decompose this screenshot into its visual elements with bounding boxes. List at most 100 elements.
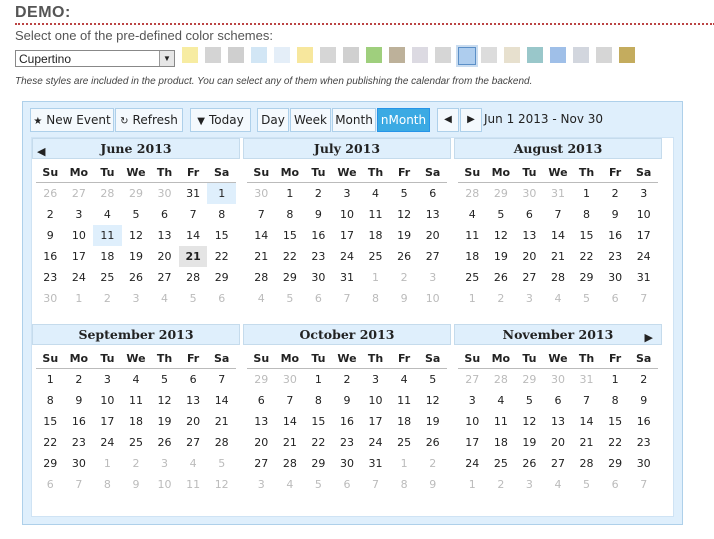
day-cell[interactable]: 16: [601, 225, 630, 246]
other-month-day-cell[interactable]: 28: [458, 183, 487, 205]
day-cell[interactable]: 8: [572, 204, 601, 225]
day-cell[interactable]: 15: [601, 411, 630, 432]
day-cell[interactable]: 13: [544, 411, 573, 432]
view-nmonth-button[interactable]: nMonth: [377, 108, 430, 132]
other-month-day-cell[interactable]: 4: [247, 288, 276, 309]
color-swatch[interactable]: [596, 47, 612, 63]
day-cell[interactable]: 22: [572, 246, 601, 267]
day-cell[interactable]: 3: [93, 369, 122, 391]
color-swatch[interactable]: [458, 47, 476, 65]
day-cell[interactable]: 11: [93, 225, 122, 246]
day-cell[interactable]: 1: [304, 369, 333, 391]
day-cell[interactable]: 17: [629, 225, 658, 246]
color-swatch[interactable]: [550, 47, 566, 63]
day-cell[interactable]: 12: [150, 390, 179, 411]
day-cell[interactable]: 31: [179, 183, 208, 205]
day-cell[interactable]: 26: [122, 267, 151, 288]
day-cell[interactable]: 27: [515, 267, 544, 288]
chevron-down-icon[interactable]: ▼: [159, 51, 174, 66]
day-cell[interactable]: 16: [65, 411, 94, 432]
day-cell[interactable]: 8: [36, 390, 65, 411]
prev-month-icon[interactable]: ◀: [37, 142, 45, 162]
other-month-day-cell[interactable]: 29: [515, 369, 544, 391]
color-swatch[interactable]: [182, 47, 198, 63]
day-cell[interactable]: 23: [36, 267, 65, 288]
day-cell[interactable]: 5: [418, 369, 447, 391]
day-cell[interactable]: 12: [418, 390, 447, 411]
other-month-day-cell[interactable]: 29: [247, 369, 276, 391]
day-cell[interactable]: 6: [179, 369, 208, 391]
day-cell[interactable]: 4: [458, 204, 487, 225]
next-month-icon[interactable]: ▶: [645, 328, 653, 348]
day-cell[interactable]: 6: [150, 204, 179, 225]
day-cell[interactable]: 19: [515, 432, 544, 453]
day-cell[interactable]: 12: [487, 225, 516, 246]
day-cell[interactable]: 17: [93, 411, 122, 432]
day-cell[interactable]: 31: [361, 453, 390, 474]
day-cell[interactable]: 19: [122, 246, 151, 267]
other-month-day-cell[interactable]: 27: [65, 183, 94, 205]
day-cell[interactable]: 19: [418, 411, 447, 432]
day-cell[interactable]: 21: [544, 246, 573, 267]
other-month-day-cell[interactable]: 5: [276, 288, 305, 309]
day-cell[interactable]: 1: [207, 182, 236, 204]
day-cell[interactable]: 14: [544, 225, 573, 246]
day-cell[interactable]: 28: [207, 432, 236, 453]
other-month-day-cell[interactable]: 2: [487, 474, 516, 495]
day-cell[interactable]: 21: [276, 432, 305, 453]
day-cell[interactable]: 13: [515, 225, 544, 246]
day-cell[interactable]: 27: [544, 453, 573, 474]
day-cell[interactable]: 4: [390, 369, 419, 391]
day-cell[interactable]: 28: [276, 453, 305, 474]
day-cell[interactable]: 18: [458, 246, 487, 267]
day-cell[interactable]: 30: [333, 453, 362, 474]
day-cell[interactable]: 6: [544, 390, 573, 411]
day-cell[interactable]: 7: [179, 204, 208, 225]
color-swatch[interactable]: [504, 47, 520, 63]
day-cell[interactable]: 24: [629, 246, 658, 267]
day-cell[interactable]: 21: [207, 411, 236, 432]
day-cell[interactable]: 8: [601, 390, 630, 411]
other-month-day-cell[interactable]: 10: [418, 288, 447, 309]
other-month-day-cell[interactable]: 7: [361, 474, 390, 495]
day-cell[interactable]: 8: [207, 204, 236, 225]
other-month-day-cell[interactable]: 9: [122, 474, 151, 495]
day-cell[interactable]: 7: [572, 390, 601, 411]
other-month-day-cell[interactable]: 31: [544, 183, 573, 205]
color-swatch[interactable]: [435, 47, 451, 63]
day-cell[interactable]: 5: [122, 204, 151, 225]
other-month-day-cell[interactable]: 3: [122, 288, 151, 309]
other-month-day-cell[interactable]: 6: [304, 288, 333, 309]
color-scheme-select[interactable]: Cupertino ▼: [15, 50, 175, 67]
day-cell[interactable]: 20: [247, 432, 276, 453]
day-cell[interactable]: 28: [572, 453, 601, 474]
day-cell[interactable]: 29: [572, 267, 601, 288]
day-cell[interactable]: 31: [629, 267, 658, 288]
other-month-day-cell[interactable]: 9: [418, 474, 447, 495]
day-cell[interactable]: 19: [150, 411, 179, 432]
day-cell[interactable]: 2: [304, 183, 333, 205]
color-swatch[interactable]: [527, 47, 543, 63]
other-month-day-cell[interactable]: 4: [276, 474, 305, 495]
day-cell[interactable]: 10: [458, 411, 487, 432]
color-swatch[interactable]: [228, 47, 244, 63]
color-swatch[interactable]: [366, 47, 382, 63]
other-month-day-cell[interactable]: 8: [361, 288, 390, 309]
day-cell[interactable]: 13: [179, 390, 208, 411]
day-cell[interactable]: 18: [361, 225, 390, 246]
day-cell[interactable]: 9: [304, 204, 333, 225]
day-cell[interactable]: 29: [601, 453, 630, 474]
day-cell[interactable]: 16: [629, 411, 658, 432]
other-month-day-cell[interactable]: 29: [122, 183, 151, 205]
day-cell[interactable]: 20: [544, 432, 573, 453]
day-cell[interactable]: 20: [418, 225, 447, 246]
day-cell[interactable]: 7: [247, 204, 276, 225]
day-cell[interactable]: 19: [390, 225, 419, 246]
other-month-day-cell[interactable]: 30: [247, 183, 276, 205]
day-cell[interactable]: 4: [93, 204, 122, 225]
other-month-day-cell[interactable]: 2: [93, 288, 122, 309]
day-cell[interactable]: 23: [65, 432, 94, 453]
day-cell[interactable]: 24: [65, 267, 94, 288]
other-month-day-cell[interactable]: 5: [304, 474, 333, 495]
other-month-day-cell[interactable]: 2: [390, 267, 419, 288]
